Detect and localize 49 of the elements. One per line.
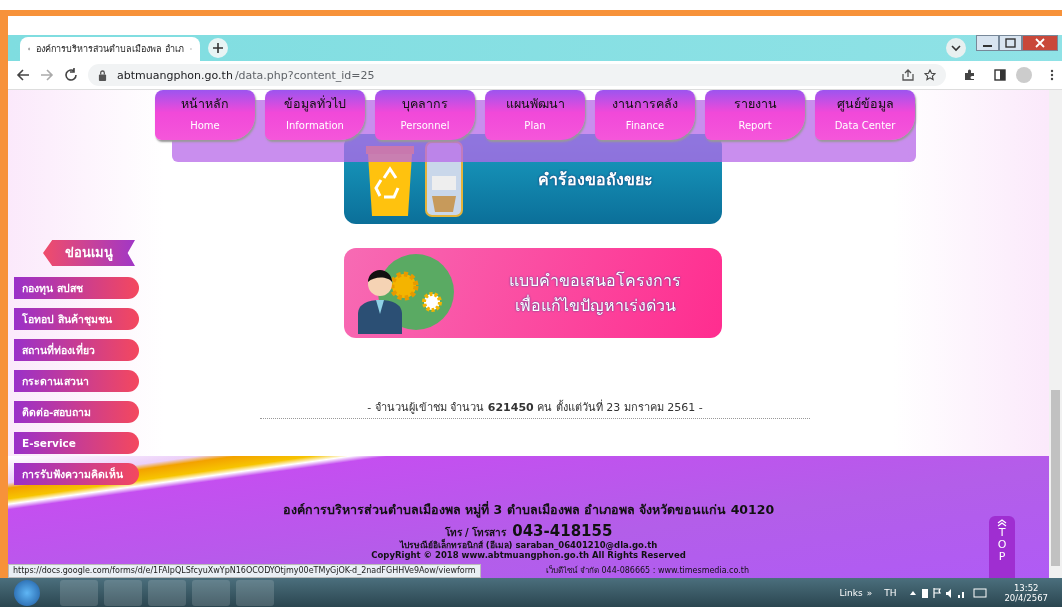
side-menu-item[interactable]: สถานที่ท่องเที่ยว [14,339,139,361]
chevron-down-icon[interactable] [946,38,966,58]
side-menu-item[interactable]: โอทอป สินค้าชุมชน [14,308,139,330]
lock-icon [98,69,107,81]
visitor-counter: - จำนวนผู้เข้าชม จำนวน 621450 คน ตั้งแต่วันที่ 23 มกราคม 2561 - [260,398,810,419]
tab-title: องค์การบริหารส่วนตำบลเมืองพล อำเภ [36,43,185,56]
new-tab-button[interactable] [208,38,228,58]
menu-ribbon: ข่อนเมนู [43,240,135,266]
footer-copyright: CopyRight © 2018 www.abtmuangphon.go.th All Rights Reserved [371,550,686,561]
nav-tab[interactable]: ข้อมูลทั่วไป Information [265,90,365,140]
clock[interactable]: 13:52 20/4/2567 [1004,582,1048,603]
footer-credit: เว็บดีไซน์ จำกัด 044-086665 : www.timesmedia.co.th [546,564,749,577]
overflow-chevron[interactable]: » [866,587,873,598]
share-icon[interactable] [902,69,914,81]
banner-text: แบบคำขอเสนอโครงการ เพื่อแก้ไขปัญหาเร่งด่วน [508,270,682,317]
nav-tab[interactable]: รายงาน Report [705,90,805,140]
footer-email: ไปรษณีย์อิเล็กทรอนิกส์ (อีเมล) saraban_06401210@dla.go.th [399,539,658,551]
start-button[interactable] [14,579,40,606]
language-indicator[interactable]: TH [884,587,897,598]
status-link-url: https://docs.google.com/forms/d/e/1FAIpQLSfcyuXwYpN16OCODYOtjmy00eTMyGjOK-d_2nadFGHHVe9Aow/viewform [8,564,481,578]
star-icon[interactable] [924,69,936,81]
reload-icon[interactable] [64,68,78,82]
footer-address: องค์การบริหารส่วนตำบลเมืองพล หมู่ที่ 3 ตำบลเมืองพล อำเภอพล จังหวัดขอนแก่น 40120 [282,501,775,518]
side-menu-item[interactable]: กระดานเสวนา [14,370,139,392]
side-menu-item[interactable]: กองทุน สปสช [14,277,139,299]
side-menu-item[interactable]: E-service [14,432,139,454]
links-toolbar[interactable]: Links [839,587,863,598]
back-icon[interactable] [16,68,30,82]
side-panel-icon[interactable] [994,69,1006,81]
phone-number: 043-418155 [512,523,613,540]
side-menu-item[interactable]: การรับฟังความคิดเห็น [14,463,139,485]
forward-icon[interactable] [40,68,54,82]
system-tray-icons[interactable] [908,586,989,599]
nav-tab[interactable]: หน้าหลัก Home [155,90,255,140]
browser-tab[interactable]: องค์การบริหารส่วนตำบลเมืองพล อำเภ [20,37,200,61]
nav-tab[interactable]: ศูนย์ข้อมูล Data Center [815,90,915,140]
nav-tab[interactable]: บุคลากร Personnel [375,90,475,140]
double-chevron-up-icon [997,519,1007,527]
menu-icon[interactable] [1050,69,1054,81]
phone-label: โทร / โทรสาร [444,527,507,539]
side-menu-item[interactable]: ติดต่อ-สอบถาม [14,401,139,423]
nav-tab[interactable]: งานการคลัง Finance [595,90,695,140]
address-field[interactable]: abtmuangphon.go.th /data.php?content_id=25 [88,64,946,86]
banner-link[interactable]: แบบคำขอเสนอโครงการ เพื่อแก้ไขปัญหาเร่งด่วน [344,248,722,338]
window-controls[interactable] [976,35,1058,51]
puzzle-icon[interactable] [964,69,976,81]
back-to-top-button[interactable]: TOP [989,516,1015,578]
nav-tab[interactable]: แผนพัฒนา Plan [485,90,585,140]
banner-text: คำร้องขอถังขยะ [536,168,654,191]
